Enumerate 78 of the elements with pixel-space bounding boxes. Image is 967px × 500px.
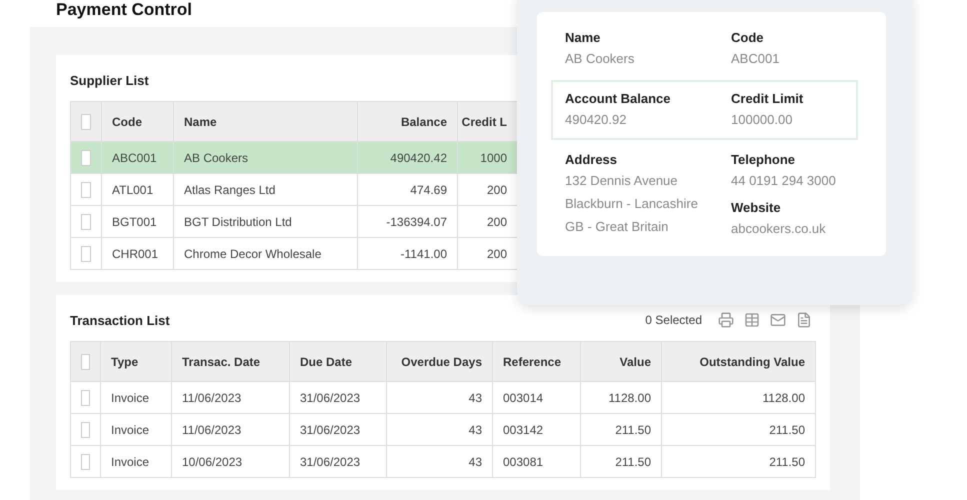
table-icon[interactable] xyxy=(744,312,760,328)
table-cell: 211.50 xyxy=(581,446,662,478)
field-value: ABC001 xyxy=(731,50,780,68)
table-cell: Invoice xyxy=(101,414,172,446)
field-value: Blackburn - Lancashire xyxy=(565,195,699,213)
table-cell: ATL001 xyxy=(102,174,174,206)
table-cell: 003142 xyxy=(493,414,581,446)
checkbox[interactable] xyxy=(81,114,91,130)
column-header[interactable]: Type xyxy=(101,342,172,382)
column-header[interactable]: Overdue Days xyxy=(387,342,493,382)
field-value: 490420.92 xyxy=(565,111,628,129)
table-cell: 43 xyxy=(387,382,493,414)
field-label: Address xyxy=(565,152,618,167)
table-cell: 211.50 xyxy=(581,414,662,446)
checkbox[interactable] xyxy=(81,150,91,166)
table-cell: 1000 xyxy=(458,142,518,174)
table-cell: 003081 xyxy=(493,446,581,478)
page-title: Payment Control xyxy=(56,0,192,19)
field-value: AB Cookers xyxy=(565,50,636,68)
field-value: 44 0191 294 3000 xyxy=(731,172,837,190)
checkbox[interactable] xyxy=(81,422,90,438)
table-cell: 31/06/2023 xyxy=(290,446,387,478)
column-header[interactable]: Value xyxy=(581,342,662,382)
field-value: 132 Dennis Avenue xyxy=(565,172,679,190)
table-cell: 43 xyxy=(387,414,493,446)
table-cell: 211.50 xyxy=(662,446,816,478)
table-cell: CHR001 xyxy=(102,238,174,270)
field-label: Account Balance xyxy=(565,91,672,106)
field-value: GB - Great Britain xyxy=(565,218,670,236)
print-icon[interactable] xyxy=(718,312,734,328)
card-title: Transaction List xyxy=(70,312,170,328)
field-value: 100000.00 xyxy=(731,111,794,129)
table-cell: 474.69 xyxy=(358,174,458,206)
table-cell: 1128.00 xyxy=(581,382,662,414)
mail-icon[interactable] xyxy=(770,312,786,328)
table-cell: Invoice xyxy=(101,382,172,414)
table-cell: -1141.00 xyxy=(358,238,458,270)
card-title: Supplier List xyxy=(70,72,149,88)
column-header[interactable]: Balance xyxy=(358,102,458,142)
checkbox[interactable] xyxy=(81,214,91,230)
column-header[interactable]: Name xyxy=(174,102,358,142)
table-cell: BGT001 xyxy=(102,206,174,238)
checkbox[interactable] xyxy=(81,182,91,198)
table-cell: 31/06/2023 xyxy=(290,382,387,414)
column-header[interactable]: Code xyxy=(102,102,174,142)
table-cell: 43 xyxy=(387,446,493,478)
table-cell: BGT Distribution Ltd xyxy=(174,206,358,238)
table-cell: ABC001 xyxy=(102,142,174,174)
table-cell: 003014 xyxy=(493,382,581,414)
checkbox[interactable] xyxy=(81,354,90,370)
column-header[interactable]: Transac. Date xyxy=(172,342,290,382)
column-header[interactable]: Due Date xyxy=(290,342,387,382)
document-icon[interactable] xyxy=(796,312,812,328)
table-cell: 490420.42 xyxy=(358,142,458,174)
table-cell: Atlas Ranges Ltd xyxy=(174,174,358,206)
field-label: Telephone xyxy=(731,152,796,167)
table-cell: 1128.00 xyxy=(662,382,816,414)
column-header[interactable]: Credit L xyxy=(458,102,518,142)
column-header[interactable]: Outstanding Value xyxy=(662,342,816,382)
table-cell: 10/06/2023 xyxy=(172,446,290,478)
table-cell: 31/06/2023 xyxy=(290,414,387,446)
checkbox[interactable] xyxy=(81,390,90,406)
table-cell: 211.50 xyxy=(662,414,816,446)
table-cell: 11/06/2023 xyxy=(172,382,290,414)
checkbox[interactable] xyxy=(81,246,91,262)
table-cell: -136394.07 xyxy=(358,206,458,238)
table-cell: AB Cookers xyxy=(174,142,358,174)
field-label: Credit Limit xyxy=(731,91,804,106)
field-label: Name xyxy=(565,30,602,45)
table-cell: Invoice xyxy=(101,446,172,478)
field-value: abcookers.co.uk xyxy=(731,220,827,238)
selected-count: 0 Selected xyxy=(645,313,702,327)
table-cell: Chrome Decor Wholesale xyxy=(174,238,358,270)
table-cell: 11/06/2023 xyxy=(172,414,290,446)
field-label: Code xyxy=(731,30,764,45)
column-header[interactable]: Reference xyxy=(493,342,581,382)
checkbox[interactable] xyxy=(81,454,90,470)
field-label: Website xyxy=(731,200,782,215)
